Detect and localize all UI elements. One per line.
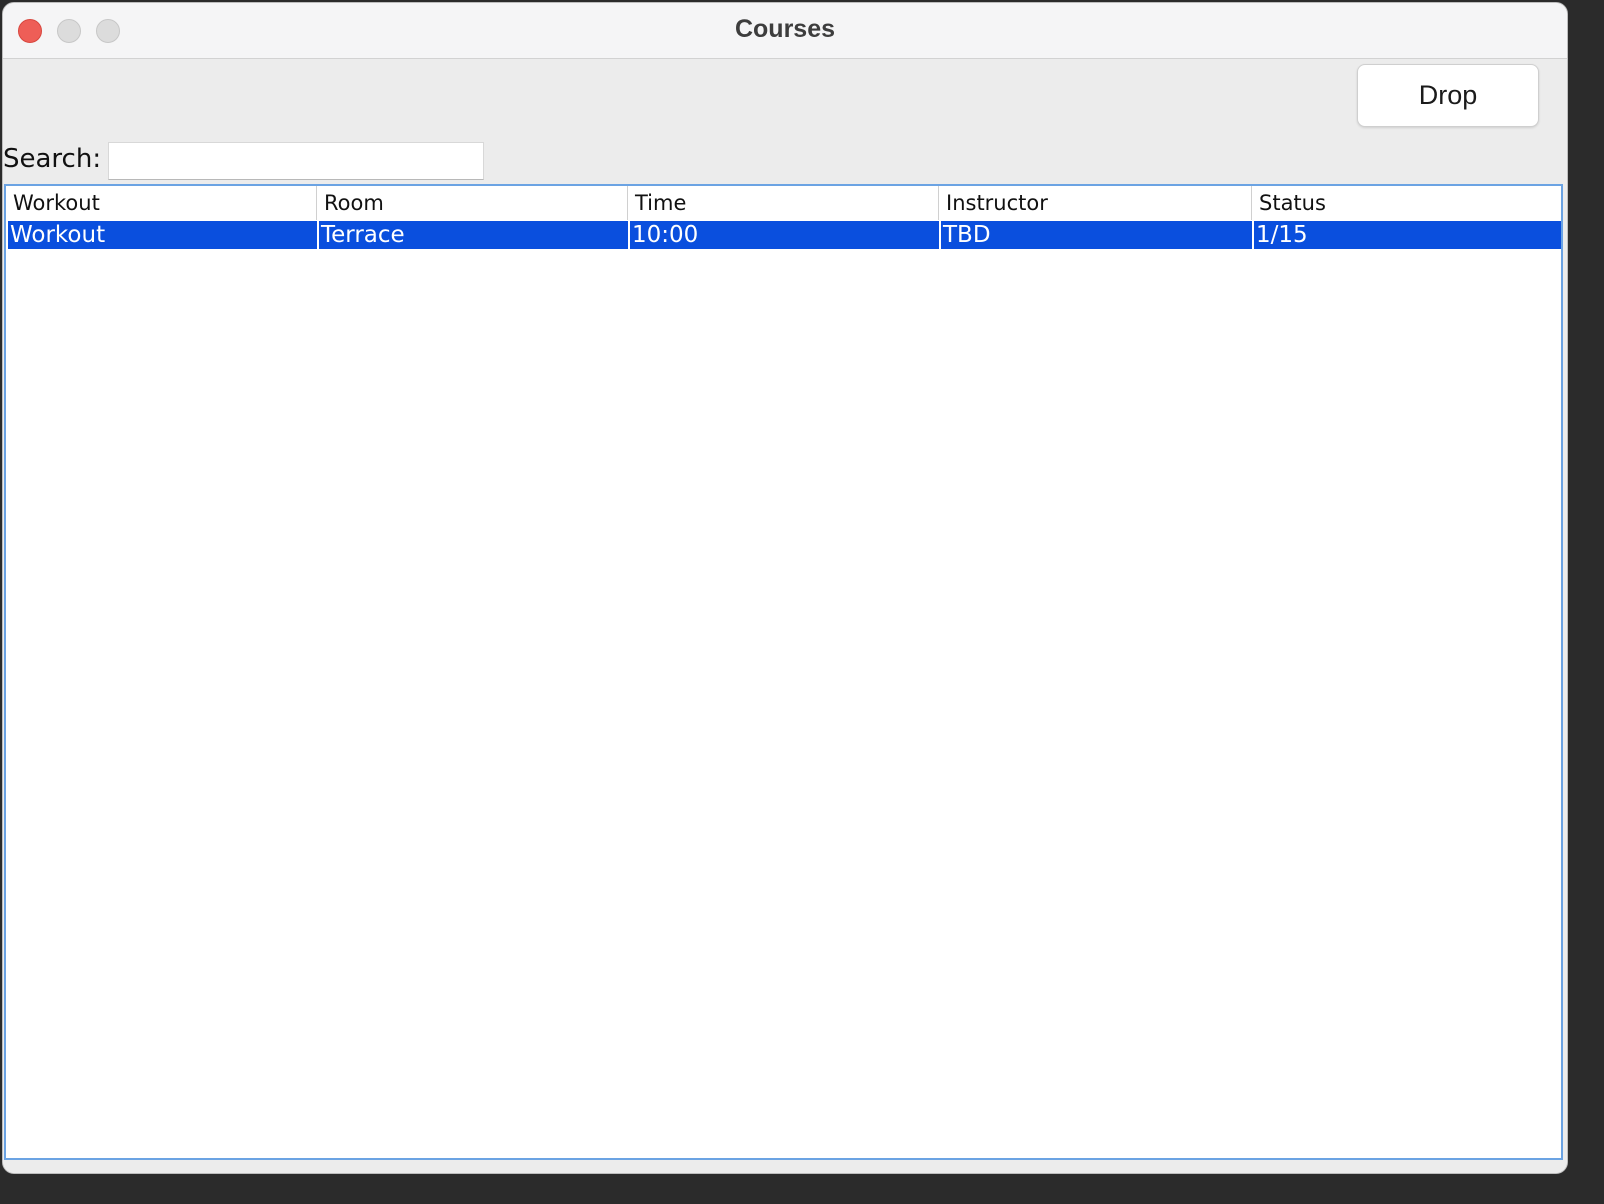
column-header-status[interactable]: Status bbox=[1252, 186, 1561, 220]
table-header: Workout Room Time Instructor Status bbox=[6, 186, 1561, 220]
search-label: Search: bbox=[3, 144, 102, 174]
window-title: Courses bbox=[734, 15, 836, 43]
courses-table: Workout Room Time Instructor Status Work… bbox=[4, 184, 1563, 1160]
cell-status: 1/15 bbox=[1256, 222, 1308, 248]
cell-instructor: TBD bbox=[941, 221, 1254, 249]
cell-time: 10:00 bbox=[630, 221, 941, 249]
title-bar[interactable]: Courses bbox=[3, 3, 1567, 59]
courses-window: Courses Drop Search: Workout Room Time I… bbox=[2, 2, 1568, 1174]
cell-workout: Workout bbox=[8, 221, 319, 249]
column-header-workout[interactable]: Workout bbox=[6, 186, 317, 220]
bottom-strip bbox=[3, 1160, 1567, 1173]
column-header-room[interactable]: Room bbox=[317, 186, 628, 220]
table-row[interactable]: Workout Terrace 10:00 TBD 1/15 bbox=[8, 221, 1561, 249]
column-header-time[interactable]: Time bbox=[628, 186, 939, 220]
search-input[interactable] bbox=[108, 142, 484, 180]
cell-room: Terrace bbox=[319, 221, 630, 249]
drop-button[interactable]: Drop bbox=[1357, 64, 1539, 127]
column-header-instructor[interactable]: Instructor bbox=[939, 186, 1252, 220]
